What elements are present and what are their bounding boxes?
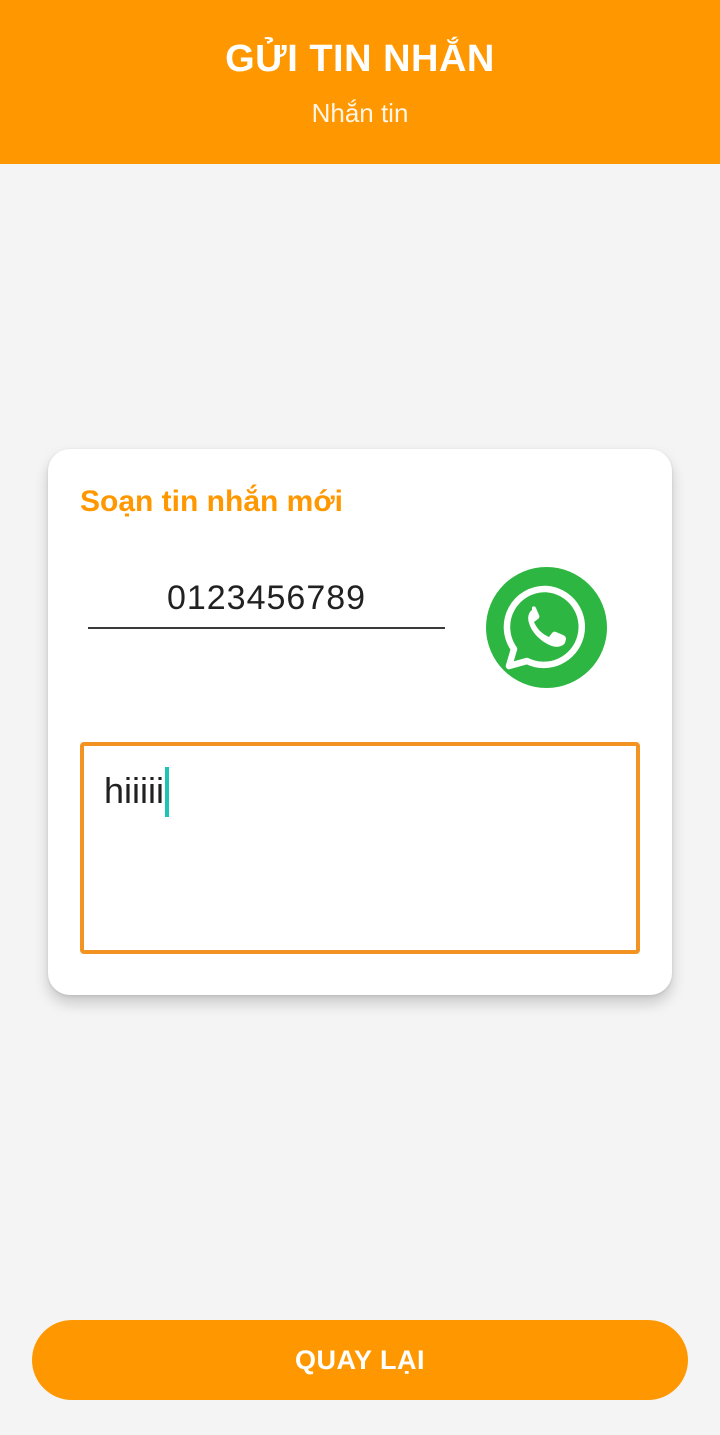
app-header: GỬI TIN NHẮN Nhắn tin bbox=[0, 0, 720, 164]
whatsapp-icon bbox=[503, 585, 585, 670]
app-screen: GỬI TIN NHẮN Nhắn tin Soạn tin nhắn mới … bbox=[0, 0, 720, 1435]
whatsapp-send-button[interactable] bbox=[486, 567, 607, 688]
page-title: GỬI TIN NHẮN bbox=[225, 38, 495, 80]
back-button[interactable]: QUAY LẠI bbox=[32, 1320, 688, 1400]
compose-title: Soạn tin nhắn mới bbox=[80, 485, 343, 518]
message-input[interactable]: hiiiii bbox=[80, 742, 640, 954]
text-caret bbox=[165, 767, 170, 817]
message-text: hiiiii bbox=[104, 770, 165, 811]
phone-number-field[interactable]: 0123456789 bbox=[88, 569, 445, 629]
compose-card: Soạn tin nhắn mới 0123456789 hiiiii bbox=[48, 449, 672, 995]
page-subtitle: Nhắn tin bbox=[311, 98, 409, 128]
